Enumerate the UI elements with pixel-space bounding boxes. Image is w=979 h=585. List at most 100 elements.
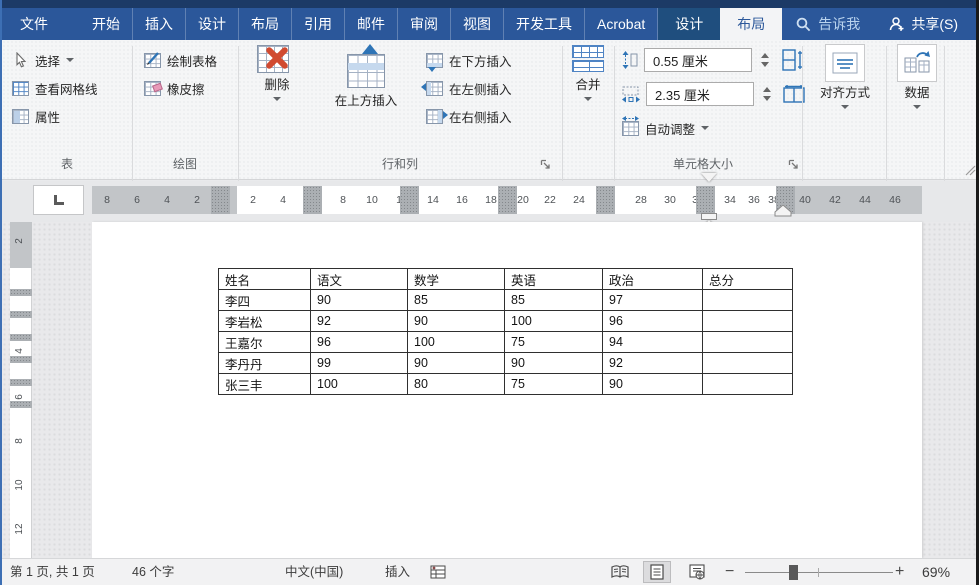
page-info[interactable]: 第 1 页, 共 1 页 [10, 559, 95, 585]
table-cell[interactable] [703, 353, 793, 374]
table-cell[interactable] [703, 311, 793, 332]
macro-record-icon[interactable] [430, 565, 446, 585]
tab-layout[interactable]: 布局 [239, 8, 292, 40]
table-cell[interactable]: 75 [505, 332, 603, 353]
print-layout-button[interactable] [643, 561, 671, 583]
table-row[interactable]: 李岩松929010096 [219, 311, 793, 332]
tab-developer[interactable]: 开发工具 [504, 8, 585, 40]
zoom-out-button[interactable]: − [725, 559, 734, 585]
table-cell[interactable]: 张三丰 [219, 374, 311, 395]
table-cell[interactable]: 96 [603, 311, 703, 332]
ruler-column-marker[interactable] [400, 186, 419, 214]
vertical-ruler[interactable]: 24681012 [10, 222, 32, 558]
table-cell[interactable]: 85 [505, 290, 603, 311]
table-cell[interactable]: 75 [505, 374, 603, 395]
table-cell[interactable]: 语文 [311, 269, 408, 290]
tab-stop-selector[interactable] [33, 185, 84, 215]
tab-file[interactable]: 文件 [2, 8, 66, 40]
tab-review[interactable]: 审阅 [398, 8, 451, 40]
first-line-indent-marker[interactable] [701, 182, 717, 200]
ruler-row-marker[interactable] [10, 289, 32, 296]
table-cell[interactable]: 90 [311, 290, 408, 311]
ruler-column-marker[interactable] [211, 186, 230, 214]
ruler-column-marker[interactable] [498, 186, 517, 214]
insert-mode-indicator[interactable]: 插入 [385, 559, 410, 585]
zoom-level[interactable]: 69% [922, 559, 950, 585]
table-cell[interactable]: 90 [408, 311, 505, 332]
tab-acrobat[interactable]: Acrobat [585, 8, 658, 40]
read-mode-button[interactable] [606, 561, 634, 583]
web-layout-button[interactable] [683, 561, 711, 583]
column-width-stepper[interactable] [763, 87, 771, 101]
zoom-in-button[interactable]: + [895, 559, 904, 585]
ruler-row-marker[interactable] [10, 379, 32, 386]
view-gridlines-button[interactable]: 查看网格线 [12, 76, 98, 100]
draw-table-button[interactable]: 绘制表格 [144, 48, 217, 72]
tell-me[interactable]: 告诉我 [796, 8, 860, 40]
table-cell[interactable]: 94 [603, 332, 703, 353]
document-table[interactable]: 姓名语文数学英语政治总分李四90858597李岩松929010096王嘉尔961… [218, 268, 793, 395]
table-cell[interactable]: 99 [311, 353, 408, 374]
insert-right-button[interactable]: 在右侧插入 [426, 104, 512, 128]
row-height-input[interactable]: 0.55 厘米 [644, 48, 752, 72]
table-cell[interactable]: 92 [603, 353, 703, 374]
table-cell[interactable]: 政治 [603, 269, 703, 290]
tab-table-layout-active[interactable]: 布局 [720, 8, 782, 40]
insert-left-button[interactable]: 在左侧插入 [426, 76, 512, 100]
table-cell[interactable]: 英语 [505, 269, 603, 290]
select-button[interactable]: 选择 [14, 48, 74, 72]
zoom-slider-handle[interactable] [789, 565, 798, 580]
table-cell[interactable] [703, 374, 793, 395]
table-cell[interactable]: 92 [311, 311, 408, 332]
table-cell[interactable]: 85 [408, 290, 505, 311]
table-row[interactable]: 王嘉尔961007594 [219, 332, 793, 353]
row-height-stepper[interactable] [761, 53, 769, 67]
tab-references[interactable]: 引用 [292, 8, 345, 40]
table-cell[interactable]: 100 [408, 332, 505, 353]
tab-home[interactable]: 开始 [80, 8, 133, 40]
table-cell[interactable]: 姓名 [219, 269, 311, 290]
table-cell[interactable]: 100 [311, 374, 408, 395]
distribute-rows-icon[interactable] [781, 49, 803, 71]
insert-above-button[interactable]: 在上方插入 [314, 44, 418, 109]
eraser-button[interactable]: 橡皮擦 [144, 76, 205, 100]
table-cell[interactable]: 李岩松 [219, 311, 311, 332]
column-width-input[interactable]: 2.35 厘米 [646, 82, 754, 106]
table-header-row[interactable]: 姓名语文数学英语政治总分 [219, 269, 793, 290]
merge-button[interactable]: 合并 [564, 44, 612, 101]
table-row[interactable]: 李丹丹99909092 [219, 353, 793, 374]
tab-mailings[interactable]: 邮件 [345, 8, 398, 40]
tab-design[interactable]: 设计 [186, 8, 239, 40]
share-button[interactable]: 共享(S) [889, 8, 958, 40]
ruler-row-marker[interactable] [10, 311, 32, 318]
ruler-column-marker[interactable] [596, 186, 615, 214]
ruler-column-marker[interactable] [303, 186, 322, 214]
left-indent-marker[interactable] [701, 213, 717, 220]
table-cell[interactable]: 100 [505, 311, 603, 332]
properties-button[interactable]: 属性 [12, 104, 60, 128]
tab-table-design[interactable]: 设计 [658, 8, 720, 40]
table-cell[interactable]: 80 [408, 374, 505, 395]
word-count[interactable]: 46 个字 [132, 559, 174, 585]
table-cell[interactable]: 90 [603, 374, 703, 395]
tab-insert[interactable]: 插入 [133, 8, 186, 40]
dialog-launcher-icon[interactable] [540, 159, 552, 171]
table-cell[interactable]: 96 [311, 332, 408, 353]
table-cell[interactable]: 90 [505, 353, 603, 374]
table-cell[interactable]: 王嘉尔 [219, 332, 311, 353]
table-row[interactable]: 李四90858597 [219, 290, 793, 311]
table-cell[interactable]: 97 [603, 290, 703, 311]
table-cell[interactable]: 总分 [703, 269, 793, 290]
table-cell[interactable]: 90 [408, 353, 505, 374]
table-cell[interactable]: 李四 [219, 290, 311, 311]
delete-button[interactable]: 删除 [248, 44, 306, 101]
alignment-button[interactable]: 对齐方式 [808, 44, 882, 109]
table-cell[interactable] [703, 332, 793, 353]
table-row[interactable]: 张三丰100807590 [219, 374, 793, 395]
right-indent-marker[interactable] [774, 205, 792, 217]
table-cell[interactable] [703, 290, 793, 311]
insert-below-button[interactable]: 在下方插入 [426, 48, 512, 72]
autofit-button[interactable]: 自动调整 [622, 116, 709, 140]
tab-view[interactable]: 视图 [451, 8, 504, 40]
dialog-launcher-icon[interactable] [788, 159, 800, 171]
